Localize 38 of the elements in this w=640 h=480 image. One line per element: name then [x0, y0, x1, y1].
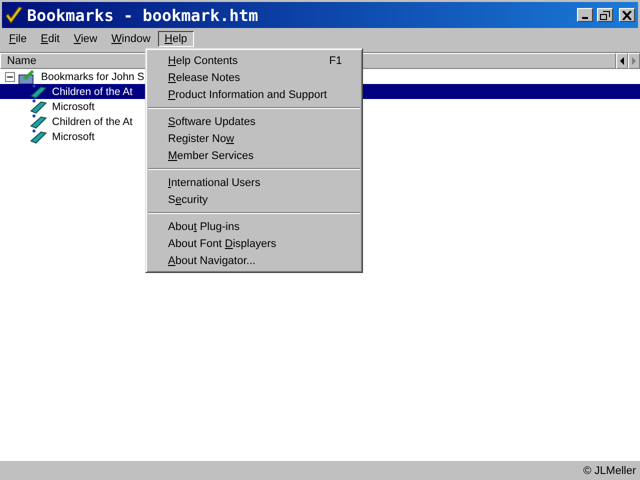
bookmark-icon — [29, 84, 47, 100]
scroll-right-icon[interactable] — [628, 53, 640, 69]
restore-icon — [600, 10, 610, 20]
tree-item[interactable]: Microsoft — [50, 130, 97, 142]
menu-option[interactable]: About Font Displayers — [146, 235, 362, 252]
minimize-icon — [582, 17, 588, 19]
menu-option[interactable]: Security — [146, 191, 362, 208]
collapse-icon[interactable] — [5, 72, 15, 82]
menu-item[interactable]: Help — [158, 31, 194, 47]
menu-item[interactable]: Window — [104, 31, 158, 47]
menu-option[interactable]: About Navigator... — [146, 252, 362, 269]
tree-item[interactable]: Children of the At — [50, 86, 135, 98]
bookmark-icon — [29, 114, 47, 130]
close-icon — [622, 10, 632, 20]
menu-item[interactable]: Edit — [34, 31, 67, 47]
menu-option[interactable]: Software Updates — [146, 113, 362, 130]
minimize-button[interactable] — [577, 8, 593, 22]
menu-option[interactable]: Product Information and Support — [146, 86, 362, 103]
app-icon — [5, 6, 23, 24]
menu-option[interactable]: About Plug-ins — [146, 218, 362, 235]
bookmarks-file-icon — [18, 68, 36, 84]
tree-item[interactable]: Microsoft — [50, 100, 97, 112]
window-title: Bookmarks - bookmark.htm — [27, 6, 260, 24]
close-button[interactable] — [619, 8, 635, 22]
tree-item[interactable]: Bookmarks for John S — [39, 70, 146, 82]
scroll-left-icon[interactable] — [616, 53, 628, 69]
menu-option[interactable]: Release Notes — [146, 69, 362, 86]
tree-item[interactable]: Children of the At — [50, 116, 135, 128]
menu-item[interactable]: File — [2, 31, 34, 47]
restore-button[interactable] — [597, 8, 613, 22]
menu-option[interactable]: Register Now — [146, 130, 362, 147]
status-text: © JLMeller — [583, 464, 636, 476]
menu-option[interactable]: International Users — [146, 174, 362, 191]
menu-option[interactable]: Help Contents F1 — [146, 52, 362, 69]
menu-item[interactable]: View — [66, 31, 104, 47]
bookmark-icon — [29, 98, 47, 114]
menu-option[interactable]: Member Services — [146, 147, 362, 164]
bookmark-icon — [29, 128, 47, 144]
